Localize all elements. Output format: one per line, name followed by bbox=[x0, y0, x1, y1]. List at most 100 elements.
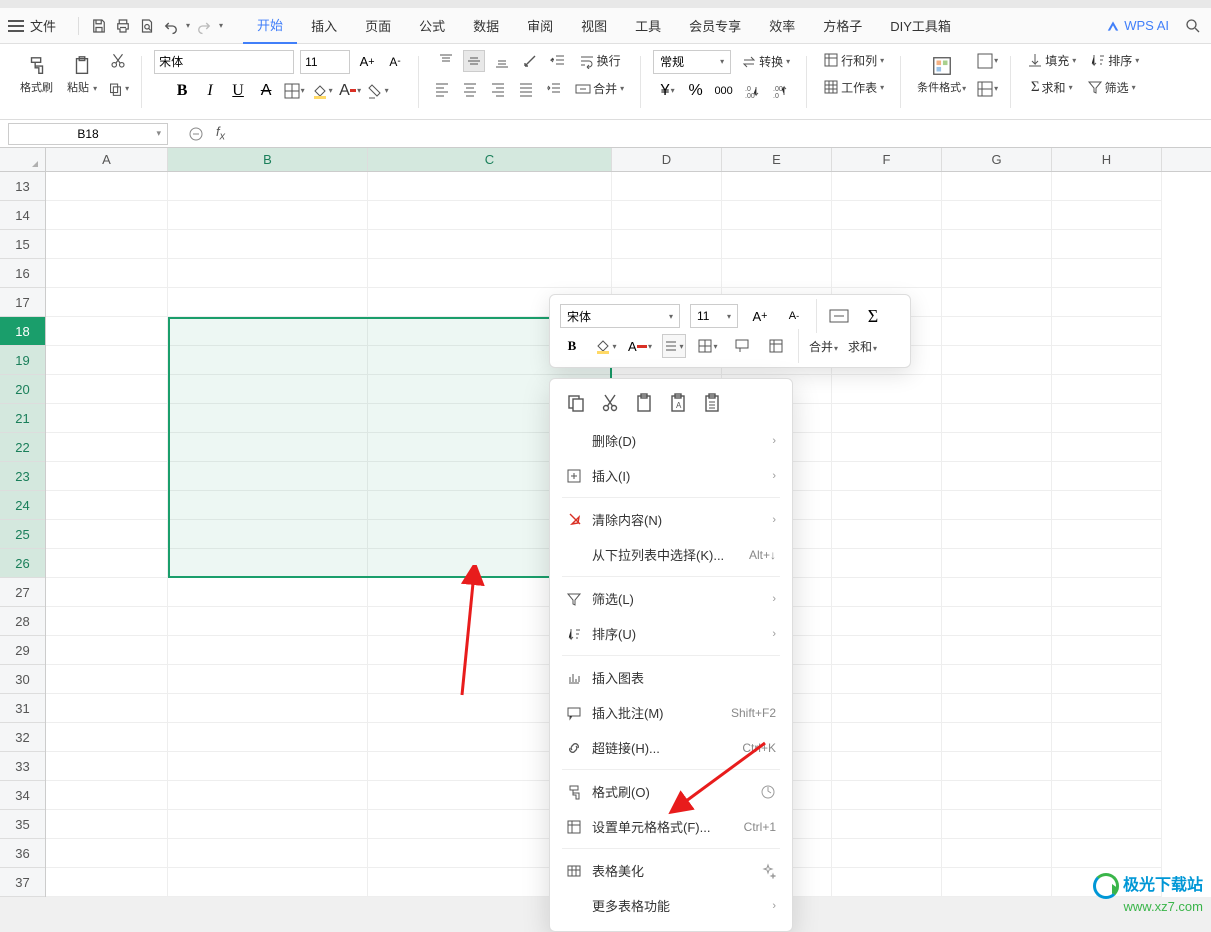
hamburger-icon[interactable] bbox=[8, 20, 24, 32]
ctx-format-painter[interactable]: 格式刷(O) bbox=[550, 774, 792, 809]
ctx-sort[interactable]: 排序(U)› bbox=[550, 616, 792, 651]
cancel-formula-icon[interactable] bbox=[186, 124, 206, 144]
ctx-beautify[interactable]: 表格美化 bbox=[550, 853, 792, 888]
menu-tab-6[interactable]: 视图 bbox=[567, 8, 621, 43]
cell-reference-box[interactable]: B18▾ bbox=[8, 123, 168, 145]
align-bottom-icon[interactable] bbox=[491, 50, 513, 72]
row-header-16[interactable]: 16 bbox=[0, 259, 45, 288]
mini-size-select[interactable]: 11▾ bbox=[690, 304, 738, 328]
col-header-C[interactable]: C bbox=[368, 148, 612, 171]
merge-button[interactable]: 合并▾ bbox=[571, 78, 628, 99]
ctx-insert-chart[interactable]: 插入图表 bbox=[550, 660, 792, 695]
increase-indent-icon[interactable] bbox=[543, 78, 565, 100]
wps-ai-button[interactable]: WPS AI bbox=[1106, 18, 1169, 33]
ctx-clear[interactable]: 清除内容(N)› bbox=[550, 502, 792, 537]
increase-decimal-icon[interactable]: .0.00 bbox=[741, 80, 763, 102]
font-size-select[interactable] bbox=[300, 50, 350, 74]
ctx-paste-text-icon[interactable]: A bbox=[668, 393, 688, 413]
mini-decrease-font-icon[interactable]: A- bbox=[782, 304, 806, 328]
format-painter-button[interactable]: 格式刷 bbox=[16, 53, 57, 97]
file-menu[interactable]: 文件 bbox=[30, 16, 56, 35]
cut-icon[interactable] bbox=[107, 50, 129, 72]
mini-align-button[interactable]: ▾ bbox=[662, 334, 686, 358]
row-header-26[interactable]: 26 bbox=[0, 549, 45, 578]
mini-autosum-icon[interactable]: Σ bbox=[861, 304, 885, 328]
paste-button[interactable]: 粘贴 ▾ bbox=[63, 53, 101, 97]
row-header-36[interactable]: 36 bbox=[0, 839, 45, 868]
row-header-24[interactable]: 24 bbox=[0, 491, 45, 520]
row-header-35[interactable]: 35 bbox=[0, 810, 45, 839]
font-name-select[interactable] bbox=[154, 50, 294, 74]
mini-formatcells-icon[interactable] bbox=[764, 334, 788, 358]
row-headers[interactable]: 1314151617181920212223242526272829303132… bbox=[0, 172, 46, 897]
sum-button[interactable]: Σ求和▾ bbox=[1027, 77, 1077, 98]
comma-icon[interactable]: 000 bbox=[713, 80, 735, 102]
bold-button[interactable]: B bbox=[171, 80, 193, 102]
row-header-14[interactable]: 14 bbox=[0, 201, 45, 230]
row-header-29[interactable]: 29 bbox=[0, 636, 45, 665]
row-header-28[interactable]: 28 bbox=[0, 607, 45, 636]
menu-tab-3[interactable]: 公式 bbox=[405, 8, 459, 43]
redo-icon[interactable] bbox=[194, 16, 214, 36]
fx-icon[interactable]: fx bbox=[216, 124, 225, 143]
ctx-copy-icon[interactable] bbox=[566, 393, 586, 413]
worksheet-button[interactable]: 工作表▾ bbox=[819, 77, 888, 98]
mini-format-icon[interactable] bbox=[730, 334, 754, 358]
row-header-37[interactable]: 37 bbox=[0, 868, 45, 897]
row-header-19[interactable]: 19 bbox=[0, 346, 45, 375]
menu-tab-4[interactable]: 数据 bbox=[459, 8, 513, 43]
menu-tab-1[interactable]: 插入 bbox=[297, 8, 351, 43]
row-header-25[interactable]: 25 bbox=[0, 520, 45, 549]
ctx-paste-icon[interactable] bbox=[634, 393, 654, 413]
ctx-cell-format[interactable]: 设置单元格格式(F)...Ctrl+1 bbox=[550, 809, 792, 844]
row-header-17[interactable]: 17 bbox=[0, 288, 45, 317]
decrease-indent-icon[interactable] bbox=[547, 50, 569, 72]
align-right-icon[interactable] bbox=[487, 78, 509, 100]
row-header-31[interactable]: 31 bbox=[0, 694, 45, 723]
align-left-icon[interactable] bbox=[431, 78, 453, 100]
justify-icon[interactable] bbox=[515, 78, 537, 100]
convert-button[interactable]: 转换▾ bbox=[737, 51, 794, 72]
ctx-more[interactable]: 更多表格功能› bbox=[550, 888, 792, 923]
ctx-insert[interactable]: 插入(I)› bbox=[550, 458, 792, 493]
strikethrough-button[interactable]: A bbox=[255, 80, 277, 102]
increase-font-icon[interactable]: A+ bbox=[356, 51, 378, 73]
ctx-hyperlink[interactable]: 超链接(H)...Ctrl+K bbox=[550, 730, 792, 765]
rowcol-button[interactable]: 行和列▾ bbox=[819, 50, 888, 71]
conditional-format-button[interactable]: 条件格式▾ bbox=[913, 53, 970, 97]
filter-button[interactable]: 筛选▾ bbox=[1083, 77, 1140, 98]
ctx-delete[interactable]: 删除(D)› bbox=[550, 423, 792, 458]
col-header-B[interactable]: B bbox=[168, 148, 368, 171]
menu-tab-2[interactable]: 页面 bbox=[351, 8, 405, 43]
menu-tab-11[interactable]: DIY工具箱 bbox=[876, 8, 965, 43]
font-color-button[interactable]: A▾ bbox=[339, 80, 361, 102]
align-middle-icon[interactable] bbox=[463, 50, 485, 72]
decrease-decimal-icon[interactable]: .00.0 bbox=[769, 80, 791, 102]
italic-button[interactable]: I bbox=[199, 80, 221, 102]
mini-merge-icon[interactable] bbox=[827, 304, 851, 328]
decrease-font-icon[interactable]: A- bbox=[384, 51, 406, 73]
row-header-32[interactable]: 32 bbox=[0, 723, 45, 752]
mini-bold-button[interactable]: B bbox=[560, 334, 584, 358]
row-header-22[interactable]: 22 bbox=[0, 433, 45, 462]
search-icon[interactable] bbox=[1183, 16, 1203, 36]
cell-style-icon[interactable]: ▾ bbox=[976, 78, 998, 100]
column-headers[interactable]: ABCDEFGH bbox=[0, 148, 1211, 172]
ctx-insert-comment[interactable]: 插入批注(M)Shift+F2 bbox=[550, 695, 792, 730]
col-header-G[interactable]: G bbox=[942, 148, 1052, 171]
col-header-D[interactable]: D bbox=[612, 148, 722, 171]
orientation-icon[interactable] bbox=[519, 50, 541, 72]
sort-button[interactable]: 排序▾ bbox=[1086, 50, 1143, 71]
undo-icon[interactable] bbox=[161, 16, 181, 36]
menu-tab-0[interactable]: 开始 bbox=[243, 7, 297, 44]
redo-dropdown[interactable]: ▾ bbox=[219, 21, 223, 30]
highlight-button[interactable]: ▾ bbox=[367, 80, 389, 102]
ctx-dropdown-select[interactable]: 从下拉列表中选择(K)...Alt+↓ bbox=[550, 537, 792, 572]
align-center-icon[interactable] bbox=[459, 78, 481, 100]
col-header-H[interactable]: H bbox=[1052, 148, 1162, 171]
fill-button[interactable]: 填充▾ bbox=[1023, 50, 1080, 71]
copy-icon[interactable]: ▾ bbox=[107, 78, 129, 100]
percent-icon[interactable]: % bbox=[685, 80, 707, 102]
row-header-30[interactable]: 30 bbox=[0, 665, 45, 694]
table-style-icon[interactable]: ▾ bbox=[976, 50, 998, 72]
